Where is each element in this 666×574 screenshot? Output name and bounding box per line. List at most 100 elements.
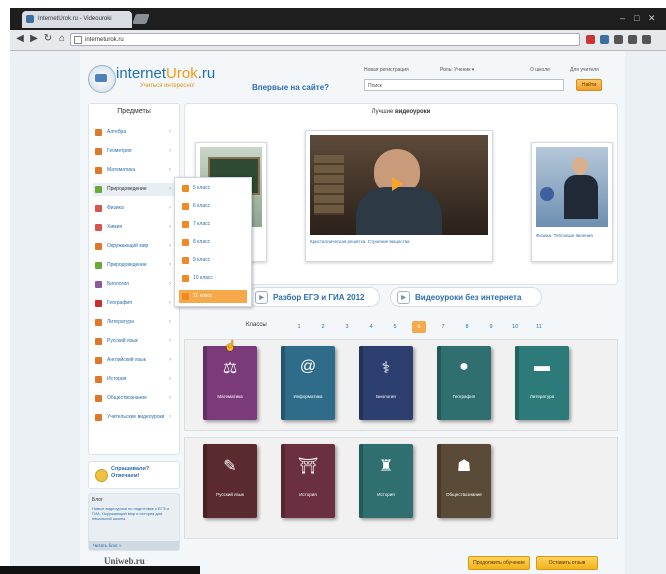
sidebar-item-subject[interactable]: Физика › <box>93 202 175 215</box>
role-selector[interactable]: Роль: Ученик ▾ <box>440 67 474 73</box>
sidebar-item-label: Литература <box>107 319 134 325</box>
bookmark-icon[interactable] <box>628 35 637 44</box>
grade-menu-item[interactable]: 10 класс <box>179 272 247 285</box>
class-number-1[interactable]: 1 <box>292 321 306 333</box>
back-icon[interactable]: ◀ <box>14 33 26 45</box>
class-number-8[interactable]: 8 <box>460 321 474 333</box>
play-icon[interactable] <box>392 177 403 191</box>
address-bar[interactable]: interneturok.ru <box>70 33 580 46</box>
grade-menu-item[interactable]: 5 класс <box>179 182 247 195</box>
exam-promo-button[interactable]: ▶ Разбор ЕГЭ и ГИА 2012 <box>248 287 380 307</box>
minimize-icon[interactable]: – <box>620 13 625 23</box>
sidebar-item-label: История <box>107 376 127 382</box>
feedback-button[interactable]: Оставить отзыв <box>536 556 598 570</box>
search-input[interactable]: Поиск <box>364 79 564 91</box>
class-number-11[interactable]: 11 <box>532 321 546 333</box>
bridge-icon: ⛩ <box>297 458 319 475</box>
subject-book[interactable]: ✎ Русский язык <box>203 444 257 518</box>
teacher-link[interactable]: Для учителя <box>570 67 599 73</box>
grade-menu-item[interactable]: 6 класс <box>179 200 247 213</box>
close-icon[interactable]: ✕ <box>648 13 656 24</box>
partner-logo[interactable]: Uniweb.ru <box>104 556 145 566</box>
subject-icon <box>95 338 102 345</box>
sidebar-item-subject[interactable]: Природоведение › <box>93 183 175 196</box>
home-icon[interactable]: ⌂ <box>56 33 68 45</box>
browser-tab[interactable]: InternetUrok.ru - Videouroki <box>22 11 132 28</box>
class-number-5[interactable]: 5 <box>388 321 402 333</box>
new-tab-button[interactable] <box>132 14 150 24</box>
blog-more-link[interactable]: Читать блог » <box>89 541 179 550</box>
about-link[interactable]: О школе <box>530 67 550 73</box>
dna-icon: ⚕ <box>381 360 391 377</box>
ask-widget[interactable]: Спрашивали? Отвечаем! <box>88 461 180 489</box>
sidebar-item-subject[interactable]: Учительские видеоуроки › <box>93 411 175 424</box>
grade-menu-item[interactable]: 8 класс <box>179 236 247 249</box>
class-number-10[interactable]: 10 <box>508 321 522 333</box>
sidebar-item-subject[interactable]: Природоведение › <box>93 259 175 272</box>
sidebar-item-subject[interactable]: Биология › <box>93 278 175 291</box>
sidebar-item-subject[interactable]: Химия › <box>93 221 175 234</box>
search-button[interactable]: Найти <box>576 79 602 91</box>
site-logo[interactable]: internetUrok.ru Учиться интересно! <box>88 61 223 97</box>
sidebar-item-subject[interactable]: Окружающий мир › <box>93 240 175 253</box>
extension-icon[interactable] <box>600 35 609 44</box>
chevron-right-icon: › <box>169 395 171 401</box>
grade-menu-label: 5 класс <box>193 185 211 191</box>
favicon-icon <box>26 15 34 23</box>
class-number-2[interactable]: 2 <box>316 321 330 333</box>
sidebar-item-subject[interactable]: Математика › <box>93 164 175 177</box>
sidebar-item-subject[interactable]: Алгебра › <box>93 126 175 139</box>
grade-menu-label: 10 класс <box>193 275 213 281</box>
forward-icon[interactable]: ▶ <box>28 33 40 45</box>
blog-text[interactable]: Новые видеоуроки по подготовке к ЕГЭ и Г… <box>89 506 179 521</box>
subject-icon <box>95 300 102 307</box>
class-number-9[interactable]: 9 <box>484 321 498 333</box>
subject-icon <box>95 319 102 326</box>
subject-book[interactable]: ⚕ Биология <box>359 346 413 420</box>
book-icon: ▬ <box>534 358 550 375</box>
subject-book[interactable]: ⚖ Математика <box>203 346 257 420</box>
offline-promo-button[interactable]: ▶ Видеоуроки без интернета <box>390 287 542 307</box>
sidebar-item-subject[interactable]: География › <box>93 297 175 310</box>
sidebar-item-subject[interactable]: Английский язык › <box>93 354 175 367</box>
shirt-icon: ♜ <box>378 458 394 475</box>
grade-menu-label: 6 класс <box>193 203 211 209</box>
class-number-7[interactable]: 7 <box>436 321 450 333</box>
grade-icon <box>182 221 189 228</box>
browser-toolbar: ◀ ▶ ↻ ⌂ interneturok.ru <box>10 30 666 51</box>
register-link[interactable]: Новая регистрация <box>364 67 409 73</box>
quill-icon: ✎ <box>223 458 237 475</box>
sidebar-item-subject[interactable]: Обществознание › <box>93 392 175 405</box>
subject-book[interactable]: ⛩ История <box>281 444 335 518</box>
subject-book[interactable]: ♜ История <box>359 444 413 518</box>
grade-icon <box>182 239 189 246</box>
reload-icon[interactable]: ↻ <box>42 33 54 45</box>
wrench-icon[interactable] <box>642 35 651 44</box>
video-card-featured[interactable]: Кристаллическая решётка. Строение вещест… <box>305 130 493 262</box>
subject-book[interactable]: ● География <box>437 346 491 420</box>
sidebar-item-subject[interactable]: Русский язык › <box>93 335 175 348</box>
bookshelf-row: ✎ Русский язык ⛩ История ♜ История ☗ Обществозн… <box>184 437 618 539</box>
sidebar-item-subject[interactable]: Геометрия › <box>93 145 175 158</box>
sidebar-item-subject[interactable]: История › <box>93 373 175 386</box>
video-card[interactable]: Физика. Тепловые явления <box>531 142 613 262</box>
continue-button[interactable]: Продолжить обучение <box>468 556 530 570</box>
subjects-sidebar: Предметы Алгебра › Геометрия › Математика › Пр… <box>88 103 180 455</box>
subject-book[interactable]: ▬ Литература <box>515 346 569 420</box>
extension-icon[interactable] <box>614 35 623 44</box>
maximize-icon[interactable]: □ <box>634 13 639 23</box>
class-number-4[interactable]: 4 <box>364 321 378 333</box>
grade-menu-item[interactable]: 7 класс <box>179 218 247 231</box>
mouse-cursor-icon: ☝ <box>224 341 237 352</box>
extension-icon[interactable] <box>586 35 595 44</box>
blog-title: Блог <box>92 497 103 503</box>
subject-book[interactable]: ☗ Обществознание <box>437 444 491 518</box>
chevron-right-icon: › <box>169 338 171 344</box>
sidebar-item-subject[interactable]: Литература › <box>93 316 175 329</box>
first-visit-link[interactable]: Впервые на сайте? <box>252 83 329 92</box>
subject-book[interactable]: @ Информатика <box>281 346 335 420</box>
grade-menu-item[interactable]: 9 класс <box>179 254 247 267</box>
grade-menu-item[interactable]: 11 класс <box>179 290 247 303</box>
class-number-3[interactable]: 3 <box>340 321 354 333</box>
class-number-6[interactable]: 6 <box>412 321 426 333</box>
